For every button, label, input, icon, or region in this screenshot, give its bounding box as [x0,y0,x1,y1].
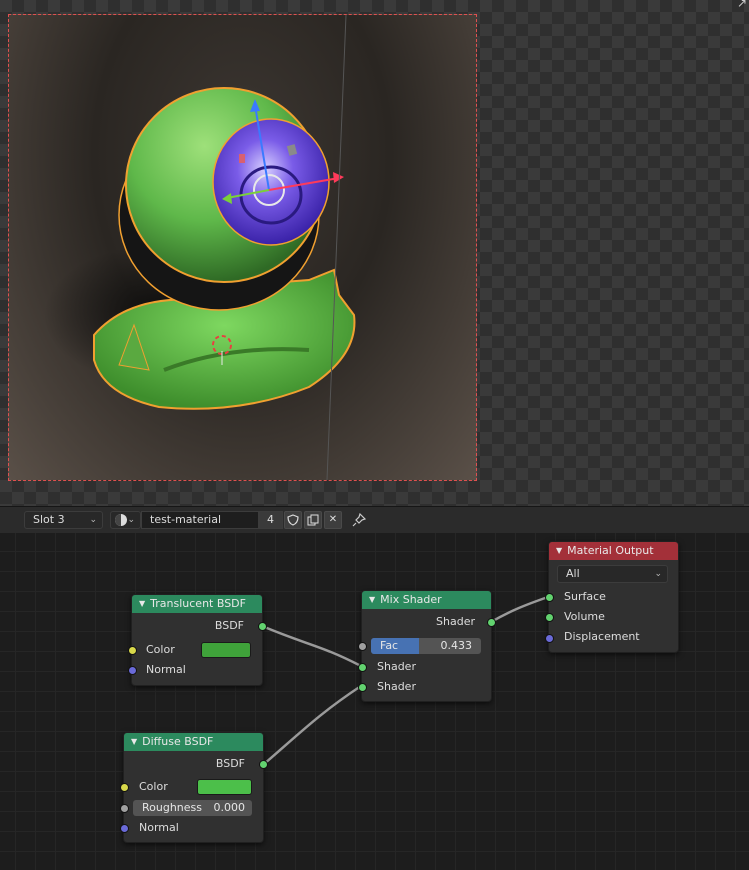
input-socket[interactable] [128,666,137,675]
node-title: Mix Shader [380,593,442,606]
collapse-triangle-icon[interactable]: ▼ [369,595,375,604]
input-label: Surface [564,590,606,603]
pin-icon[interactable] [350,511,368,529]
collapse-triangle-icon[interactable]: ▼ [139,599,145,608]
material-name-field[interactable]: test-material [141,511,259,529]
color-swatch[interactable] [201,642,251,658]
output-shader: Shader [362,613,491,631]
field-label: Fac [380,639,399,652]
input-normal: Normal [132,661,262,679]
fac-slider[interactable]: Fac 0.433 [371,638,481,654]
gizmo-x-arrow [333,172,344,183]
input-socket[interactable] [358,683,367,692]
input-label: Color [139,780,168,793]
shield-icon[interactable] [284,511,302,529]
material-sphere-icon [115,514,127,526]
input-socket[interactable] [545,634,554,643]
output-bsdf: BSDF [124,755,263,773]
input-surface: Surface [549,588,678,606]
mix-shader-node[interactable]: ▼ Mix Shader Shader Fac 0.433 Shader Shad… [358,590,496,702]
link-translucent-to-mix [261,624,362,668]
chevron-down-icon: ⌄ [127,515,135,525]
node-header[interactable]: ▼ Diffuse BSDF [124,733,263,751]
slot-label: Slot 3 [33,513,65,526]
corner-arrow-icon[interactable]: ↗ [737,0,747,10]
user-count: 4 [267,513,274,526]
output-socket[interactable] [487,618,496,627]
input-displacement: Displacement [549,628,678,646]
link-mix-to-output [490,595,549,624]
render-frame [8,14,477,481]
input-normal: Normal [124,819,263,837]
material-output-node[interactable]: ▼ Material Output All ⌄ Surface Volume Di… [545,541,679,653]
input-label: Color [146,643,175,656]
field-value: 0.433 [440,639,473,652]
translucent-bsdf-node[interactable]: ▼ Translucent BSDF BSDF Color Normal [128,594,267,686]
input-label: Displacement [564,630,640,643]
material-name: test-material [150,513,222,526]
node-title: Material Output [567,544,654,557]
input-label: Normal [146,663,186,676]
field-label: Roughness [142,801,203,814]
node-title: Diffuse BSDF [142,735,214,748]
diffuse-bsdf-node[interactable]: ▼ Diffuse BSDF BSDF Color Roughness 0.000… [120,732,268,843]
chevron-down-icon: ⌄ [89,515,97,525]
node-header[interactable]: ▼ Translucent BSDF [132,595,262,613]
output-bsdf: BSDF [132,617,262,635]
input-socket[interactable] [545,593,554,602]
input-label: Normal [139,821,179,834]
viewport-guide-line [326,15,347,480]
collapse-triangle-icon[interactable]: ▼ [556,546,562,555]
output-socket[interactable] [259,760,268,769]
link-diffuse-to-mix [263,684,362,765]
input-shader-2: Shader [362,678,491,696]
render-viewport[interactable]: ↗ [0,0,749,506]
input-label: Shader [377,660,416,673]
node-title: Translucent BSDF [150,597,246,610]
output-label: Shader [436,615,475,628]
shader-editor-header: Slot 3 ⌄ ⌄ test-material 4 ✕ [0,506,749,534]
output-socket[interactable] [258,622,267,631]
collapse-triangle-icon[interactable]: ▼ [131,737,137,746]
color-swatch[interactable] [197,779,252,795]
input-socket[interactable] [545,613,554,622]
rendered-scene [44,15,356,480]
duplicate-icon[interactable] [304,511,322,529]
target-value: All [566,567,580,580]
input-socket[interactable] [120,804,129,813]
output-label: BSDF [214,619,244,632]
chevron-down-icon: ⌄ [654,569,662,579]
close-icon[interactable]: ✕ [324,511,342,529]
input-socket[interactable] [120,824,129,833]
field-value: 0.000 [213,801,246,814]
input-volume: Volume [549,608,678,626]
user-count-button[interactable]: 4 [259,511,283,529]
input-socket[interactable] [358,663,367,672]
node-header[interactable]: ▼ Mix Shader [362,591,491,609]
slot-dropdown[interactable]: Slot 3 ⌄ [24,511,103,529]
node-editor-canvas[interactable]: ▼ Translucent BSDF BSDF Color Normal ▼ Dif… [0,533,749,870]
input-shader-1: Shader [362,658,491,676]
input-label: Shader [377,680,416,693]
output-label: BSDF [215,757,245,770]
input-socket[interactable] [128,646,137,655]
gizmo-plane-handle-red [239,154,245,163]
roughness-field[interactable]: Roughness 0.000 [133,800,252,816]
input-socket[interactable] [120,783,129,792]
material-browse-button[interactable]: ⌄ [110,511,141,529]
input-socket[interactable] [358,642,367,651]
target-dropdown[interactable]: All ⌄ [557,565,668,583]
input-label: Volume [564,610,605,623]
node-header[interactable]: ▼ Material Output [549,542,678,560]
